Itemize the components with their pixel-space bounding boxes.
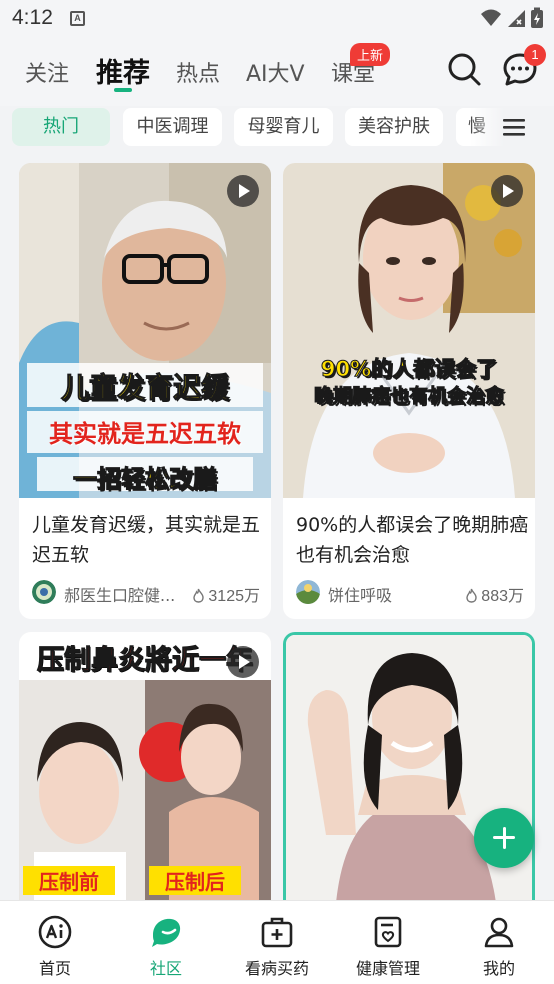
message-count-badge: 1: [524, 44, 546, 66]
view-count-value: 883万: [481, 588, 524, 605]
tab-follow[interactable]: 关注: [25, 56, 69, 88]
author-avatar: [32, 580, 56, 604]
video-thumbnail: 90%的人都误会了 晚期肺癌也有机会治愈: [283, 163, 535, 498]
view-count: 883万: [465, 582, 524, 606]
author-row[interactable]: 饼住呼吸 883万: [296, 579, 524, 605]
fire-icon: [193, 588, 205, 603]
overlay-line: 压制前: [23, 866, 115, 895]
video-thumbnail: 压制鼻炎將近一年 压制前 压制后: [19, 632, 271, 900]
chip-beauty[interactable]: 美容护肤: [345, 108, 443, 146]
author-name: 饼住呼吸: [328, 586, 393, 605]
nav-home[interactable]: 首页: [0, 901, 110, 984]
community-icon: [152, 918, 181, 947]
new-badge: 上新: [350, 43, 391, 66]
feed-card[interactable]: 压制鼻炎將近一年 压制前 压制后: [19, 632, 271, 900]
overlay-line: 一招轻松改膳: [73, 465, 218, 494]
card-title: 90%的人都误会了晚期肺癌也有机会治愈: [296, 514, 529, 566]
nav-label: 社区: [149, 959, 182, 978]
chip-parenting[interactable]: 母婴育儿: [234, 108, 333, 146]
bottom-nav: 首页 社区 看病买药 健康管理 我的: [0, 900, 554, 984]
ai-home-icon: [38, 915, 72, 949]
play-icon: [491, 175, 523, 207]
overlay-line: 晚期肺癌也有机会治愈: [313, 385, 504, 408]
battery-icon: [531, 7, 543, 28]
nav-label: 看病买药: [244, 959, 309, 978]
medical-kit-icon: [261, 917, 293, 948]
chip-tcm[interactable]: 中医调理: [123, 108, 222, 146]
feed-card[interactable]: 儿童发育迟缓 其实就是五迟五软 一招轻松改膳 儿童发育迟缓，其实就是五迟五软 郝…: [19, 163, 271, 619]
wifi-icon: [481, 9, 501, 26]
status-icons: [480, 7, 544, 29]
tab-hot[interactable]: 热点: [176, 56, 220, 88]
nav-community[interactable]: 社区: [111, 901, 221, 984]
overlay-line: 90%的人都误会了: [320, 357, 498, 382]
author-avatar: [296, 580, 320, 604]
category-chips: 热门 中医调理 母婴育儿 美容护肤 慢: [0, 106, 554, 150]
status-time: 4:12: [12, 6, 53, 29]
nav-label: 我的: [482, 959, 515, 978]
fire-icon: [466, 588, 477, 603]
feed-card[interactable]: 90%的人都误会了 晚期肺癌也有机会治愈 90%的人都误会了晚期肺癌也有机会治愈…: [283, 163, 535, 619]
chip-hot[interactable]: 热门: [12, 108, 110, 146]
create-post-button[interactable]: [474, 808, 534, 868]
doctor-portrait-image: [283, 163, 535, 498]
signal-icon: [508, 10, 525, 27]
card-title: 儿童发育迟缓，其实就是五迟五软: [32, 514, 261, 566]
tab-ai-bigv[interactable]: AI大V: [246, 56, 305, 88]
video-thumbnail: 儿童发育迟缓 其实就是五迟五软 一招轻松改膳: [19, 163, 271, 498]
notification-app-icon: A: [70, 11, 85, 26]
category-menu-icon[interactable]: [503, 117, 525, 137]
overlay-line: 儿童发育迟缓: [60, 371, 229, 405]
nav-health[interactable]: 健康管理: [333, 901, 443, 984]
health-record-icon: [374, 916, 402, 948]
view-count-value: 3125万: [208, 588, 260, 605]
nav-profile[interactable]: 我的: [444, 901, 554, 984]
search-icon[interactable]: [445, 50, 483, 88]
person-icon: [484, 917, 514, 948]
overlay-line: 压制后: [149, 866, 241, 895]
nav-medicine[interactable]: 看病买药: [222, 901, 332, 984]
tab-recommend[interactable]: 推荐: [96, 51, 150, 90]
play-icon: [227, 646, 259, 678]
author-row[interactable]: 郝医生口腔健... 3125万: [32, 579, 260, 605]
status-bar: 4:12 A: [0, 0, 554, 36]
nav-label: 首页: [38, 959, 71, 978]
overlay-line: 其实就是五迟五软: [49, 420, 241, 448]
nav-label: 健康管理: [355, 959, 420, 978]
play-icon: [227, 175, 259, 207]
author-name: 郝医生口腔健...: [64, 586, 176, 605]
view-count: 3125万: [192, 582, 260, 606]
tab-active-indicator: [114, 88, 132, 92]
top-tab-bar: 关注 推荐 热点 AI大V 课堂 上新 1: [0, 36, 554, 106]
